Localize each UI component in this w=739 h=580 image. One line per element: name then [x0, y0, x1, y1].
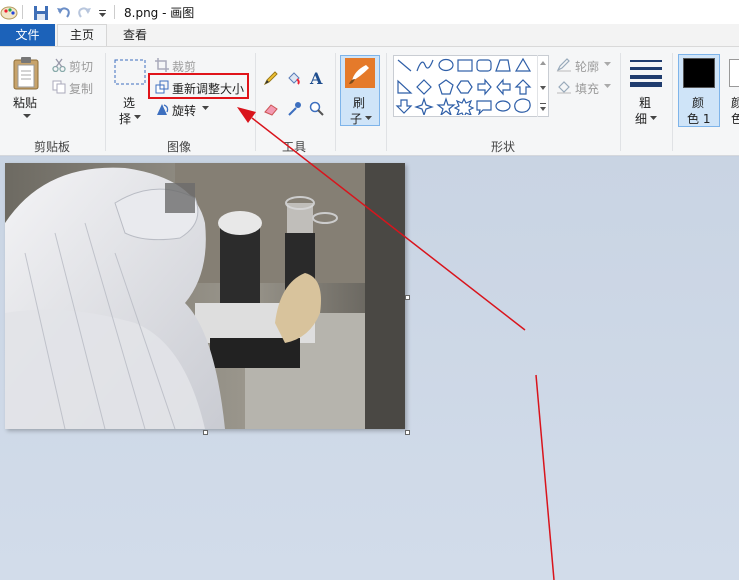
cut-button[interactable]: 剪切: [69, 58, 93, 75]
canvas-area[interactable]: [0, 157, 739, 580]
outline-button[interactable]: 轮廓: [575, 58, 599, 75]
brushes-button-bottom[interactable]: 子: [350, 110, 362, 127]
title-bar: 8.png - 画图: [0, 0, 739, 24]
shapes-gallery-icons: [395, 57, 532, 115]
size-button-top[interactable]: 粗: [639, 94, 651, 111]
group-separator: [335, 53, 336, 151]
paste-clipboard-icon[interactable]: [12, 56, 40, 90]
brush-icon[interactable]: [344, 57, 376, 89]
resize-highlight-box: [148, 73, 249, 99]
svg-text:A: A: [309, 69, 323, 87]
undo-icon[interactable]: [55, 3, 71, 21]
resize-handle-corner[interactable]: [405, 430, 410, 435]
tab-file[interactable]: 文件: [0, 24, 55, 46]
divider: [22, 5, 23, 19]
save-icon[interactable]: [33, 3, 49, 21]
outline-icon[interactable]: [556, 58, 572, 72]
lab-photo-image: [5, 163, 405, 429]
line-size-icon[interactable]: [630, 59, 662, 87]
color2-button-top[interactable]: 颜: [731, 94, 739, 111]
rotate-icon[interactable]: [155, 102, 169, 116]
size-button-bottom[interactable]: 细: [635, 110, 647, 127]
fill-bucket-icon[interactable]: [286, 70, 302, 86]
divider: [114, 5, 115, 19]
crop-icon[interactable]: [155, 58, 169, 72]
text-tool-icon[interactable]: A: [309, 69, 325, 87]
tools-group-label: 工具: [282, 140, 307, 154]
eraser-icon[interactable]: [263, 102, 279, 116]
copy-icon[interactable]: [52, 80, 66, 94]
magnifier-icon[interactable]: [309, 101, 325, 117]
group-separator: [255, 53, 256, 151]
shapes-group-label: 形状: [491, 140, 516, 154]
select-button-bottom[interactable]: 择: [119, 110, 131, 127]
clipboard-group-label: 剪贴板: [34, 140, 71, 154]
size-dropdown-chevron-icon[interactable]: [650, 116, 657, 121]
brushes-dropdown-chevron-icon[interactable]: [365, 116, 372, 121]
resize-handle-right[interactable]: [405, 295, 410, 300]
paint-app-icon[interactable]: [0, 3, 18, 21]
color2-swatch[interactable]: [729, 59, 739, 87]
select-dropdown-chevron-icon[interactable]: [134, 115, 141, 120]
fill-dropdown-chevron-icon[interactable]: [604, 84, 611, 89]
rotate-dropdown-chevron-icon[interactable]: [202, 106, 209, 111]
color2-button-bottom[interactable]: 色: [731, 110, 739, 127]
tab-home[interactable]: 主页: [57, 24, 107, 47]
pencil-icon[interactable]: [263, 70, 279, 86]
tab-view[interactable]: 查看: [112, 24, 158, 46]
select-button-top[interactable]: 选: [123, 94, 135, 111]
rotate-button[interactable]: 旋转: [172, 102, 196, 119]
fill-button[interactable]: 填充: [575, 80, 599, 97]
color-picker-icon[interactable]: [286, 101, 302, 117]
redo-icon[interactable]: [77, 3, 93, 21]
color1-button-bottom[interactable]: 色 1: [687, 110, 710, 127]
select-rectangle-icon[interactable]: [114, 59, 146, 85]
group-separator: [620, 53, 621, 151]
copy-button[interactable]: 复制: [69, 80, 93, 97]
ribbon-tabs: 文件 主页 查看: [0, 24, 739, 47]
ribbon: 粘贴 剪切 复制 剪贴板 选 择 裁剪 重新调整大小 旋转 图像 A 工具 刷 …: [0, 46, 739, 156]
outline-dropdown-chevron-icon[interactable]: [604, 62, 611, 67]
paste-dropdown-chevron-icon[interactable]: [23, 113, 31, 119]
group-separator: [105, 53, 106, 151]
color1-button-top[interactable]: 颜: [692, 94, 704, 111]
group-separator: [672, 53, 673, 151]
resize-handle-bottom[interactable]: [203, 430, 208, 435]
image-group-label: 图像: [167, 140, 192, 154]
canvas-image[interactable]: [5, 163, 405, 429]
brushes-button-top[interactable]: 刷: [353, 94, 365, 111]
paste-button[interactable]: 粘贴: [13, 94, 37, 111]
customize-toolbar-chevron-icon[interactable]: [98, 3, 108, 21]
fill-icon[interactable]: [556, 80, 572, 94]
group-separator: [386, 53, 387, 151]
color1-swatch[interactable]: [683, 58, 715, 88]
shapes-gallery-arrows-icon[interactable]: [539, 59, 547, 117]
cut-scissors-icon[interactable]: [52, 58, 66, 72]
window-title: 8.png - 画图: [124, 6, 195, 20]
